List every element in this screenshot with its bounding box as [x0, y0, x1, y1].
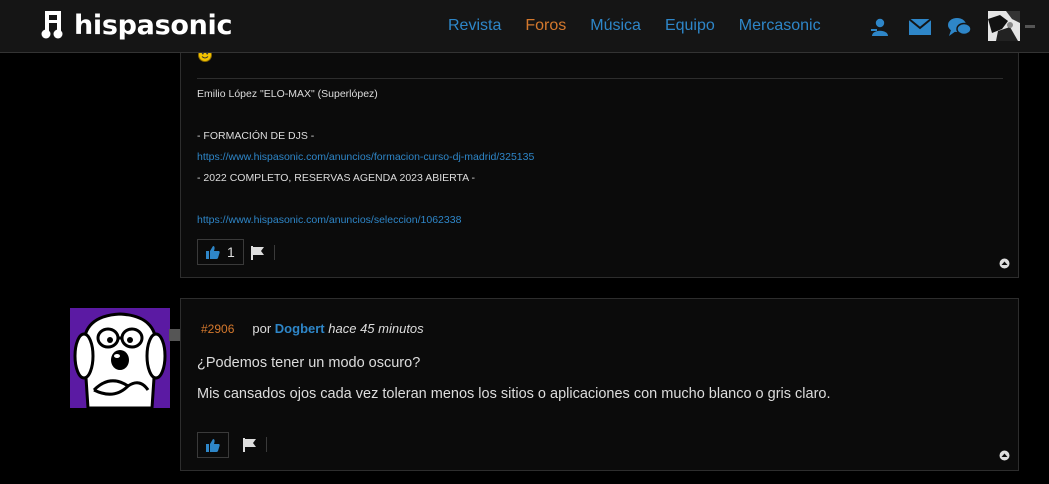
menu-caret-icon[interactable]	[1025, 25, 1035, 28]
nav-revista[interactable]: Revista	[448, 17, 501, 35]
nav-mercasonic[interactable]: Mercasonic	[739, 17, 821, 35]
forum-post: #2906 por Dogbert hace 45 minutos ¿Podemo…	[180, 298, 1019, 471]
user-icon[interactable]	[868, 15, 892, 39]
chat-icon[interactable]	[948, 15, 972, 39]
post-number-link[interactable]: #2906	[201, 322, 234, 336]
signature-link[interactable]: https://www.hispasonic.com/anuncios/sele…	[197, 214, 461, 226]
top-navigation-bar: hispasonic Revista Foros Música Equipo M…	[0, 0, 1049, 53]
mail-icon[interactable]	[908, 15, 932, 39]
site-logo[interactable]: hispasonic	[40, 9, 233, 41]
report-flag-icon[interactable]	[242, 437, 258, 453]
signature-name: Emilio López "ELO-MAX" (Superlópez)	[197, 88, 378, 100]
toolbar-divider	[266, 437, 267, 452]
author-avatar[interactable]	[70, 308, 170, 408]
signature-link[interactable]: https://www.hispasonic.com/anuncios/form…	[197, 151, 534, 163]
like-button[interactable]: 1	[197, 239, 244, 265]
user-menu	[868, 11, 1035, 41]
post-paragraph: Mis cansados ojos cada vez toleran menos…	[197, 386, 831, 402]
post-header: #2906 por Dogbert hace 45 minutos	[201, 321, 424, 336]
user-avatar-thumbnail[interactable]	[988, 11, 1020, 41]
post-paragraph: ¿Podemos tener un modo oscuro?	[197, 355, 421, 371]
thumbs-up-icon	[206, 245, 220, 259]
nav-foros[interactable]: Foros	[525, 17, 566, 35]
music-note-icon	[41, 11, 63, 39]
thumbs-up-icon	[206, 438, 220, 452]
logo-text: hispasonic	[74, 9, 233, 41]
like-count: 1	[227, 244, 235, 260]
like-button[interactable]	[197, 432, 229, 458]
back-to-top-icon[interactable]	[999, 450, 1010, 461]
signature-line: - FORMACIÓN DE DJS -	[197, 130, 315, 142]
forum-post: Emilio López "ELO-MAX" (Superlópez) - FO…	[180, 30, 1019, 278]
signature-line: - 2022 COMPLETO, RESERVAS AGENDA 2023 AB…	[197, 172, 475, 184]
nav-equipo[interactable]: Equipo	[665, 17, 715, 35]
post-time: hace 45 minutos	[328, 321, 424, 336]
toolbar-divider	[274, 245, 275, 260]
main-nav: Revista Foros Música Equipo Mercasonic	[448, 17, 845, 35]
by-label: por	[252, 321, 272, 336]
report-flag-icon[interactable]	[250, 245, 266, 261]
author-link[interactable]: Dogbert	[275, 321, 325, 336]
back-to-top-icon[interactable]	[999, 258, 1010, 269]
signature-divider	[197, 78, 1003, 79]
nav-musica[interactable]: Música	[590, 17, 641, 35]
